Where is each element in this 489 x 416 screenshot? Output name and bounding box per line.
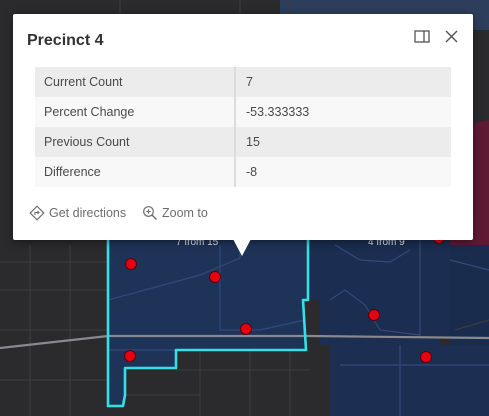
table-row: Previous Count 15 — [35, 127, 451, 157]
field-name: Previous Count — [35, 127, 236, 157]
field-name: Current Count — [35, 67, 236, 97]
incident-marker[interactable] — [420, 351, 432, 363]
zoom-to-label: Zoom to — [162, 206, 208, 220]
field-name: Percent Change — [35, 97, 236, 127]
precinct-polygon-east[interactable] — [310, 238, 450, 338]
field-value: -8 — [235, 157, 451, 187]
field-name: Difference — [35, 157, 236, 187]
table-row: Difference -8 — [35, 157, 451, 187]
field-value: -53.333333 — [235, 97, 451, 127]
incident-marker[interactable] — [125, 258, 137, 270]
close-button[interactable] — [441, 26, 463, 48]
precinct-polygon-southeast[interactable] — [330, 345, 489, 416]
zoom-in-icon — [143, 206, 157, 220]
incident-marker[interactable] — [124, 350, 136, 362]
directions-icon — [29, 205, 45, 221]
close-icon — [445, 30, 458, 43]
incident-marker[interactable] — [209, 271, 221, 283]
get-directions-button[interactable]: Get directions — [29, 205, 126, 221]
attribute-table: Current Count 7 Percent Change -53.33333… — [35, 67, 451, 187]
popup-title: Precinct 4 — [27, 32, 104, 49]
dock-button[interactable] — [411, 26, 433, 48]
feature-popup: Precinct 4 Current Count 7 Percent Chang… — [13, 14, 473, 240]
table-row: Current Count 7 — [35, 67, 451, 97]
incident-marker[interactable] — [240, 323, 252, 335]
zoom-to-button[interactable]: Zoom to — [142, 205, 208, 221]
get-directions-label: Get directions — [49, 206, 127, 220]
popup-pointer — [233, 239, 251, 256]
field-value: 7 — [235, 67, 451, 97]
incident-marker[interactable] — [368, 309, 380, 321]
table-row: Percent Change -53.333333 — [35, 97, 451, 127]
field-value: 15 — [235, 127, 451, 157]
dock-icon — [414, 30, 430, 43]
